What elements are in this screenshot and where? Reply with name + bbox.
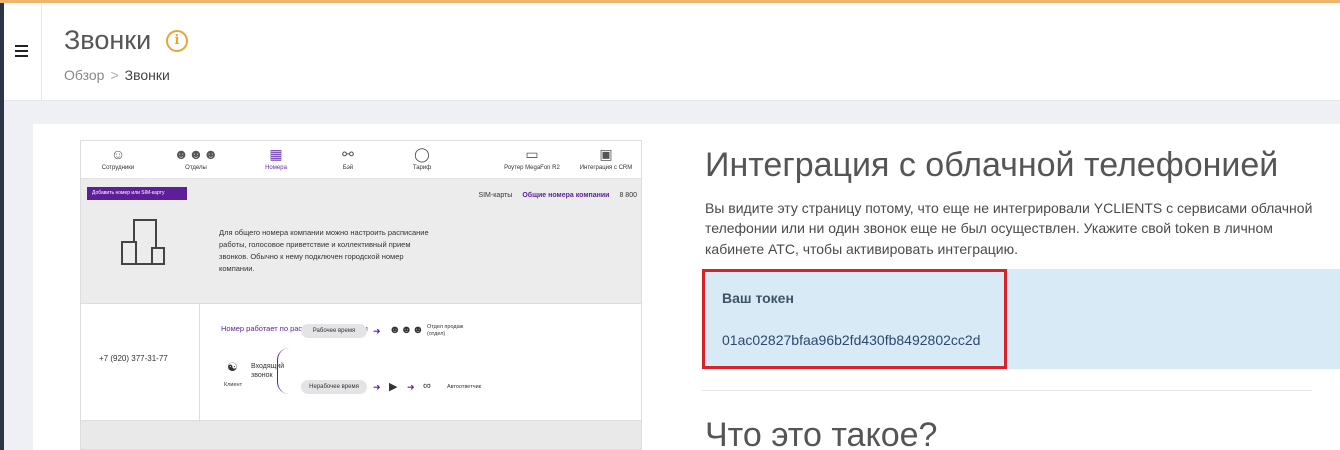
user-icon: ☺ <box>110 146 126 162</box>
screenshot-autoanswer: Автоответчик <box>447 384 482 390</box>
screenshot-description: Для общего номера компании можно настрои… <box>219 228 429 273</box>
section-divider <box>702 390 1312 391</box>
router-icon: ▭ <box>525 146 539 162</box>
breadcrumb-root[interactable]: Обзор <box>64 67 104 83</box>
screenshot-nav-numbers: ▦ Номера <box>241 145 311 171</box>
building-icon <box>121 219 171 279</box>
screenshot-nav-departments: ☻☻☻ Отделы <box>161 145 231 171</box>
screenshot-off-time: Нерабочее время <box>301 380 367 394</box>
screenshot-client-label: Клиент <box>224 382 243 388</box>
breadcrumb-separator: > <box>110 67 119 83</box>
arrow-right-icon: ➜ <box>373 326 381 336</box>
team-icon: ☻☻☻ <box>173 146 219 162</box>
screenshot-divider <box>199 304 200 422</box>
screenshot-add-button: Добавить номер или SIM-карту <box>87 187 187 200</box>
screenshot-routing: +7 (920) 377-31-77 Номер работает по рас… <box>81 303 641 422</box>
screenshot-tabs: SIM-карты Общие номера компании 8 800 <box>468 192 637 199</box>
arrow-right-icon: ➜ <box>407 382 415 392</box>
screenshot-sales-dept: Отдел продаж (отдел) <box>427 324 464 338</box>
screenshot-tab-sim: SIM-карты <box>478 192 513 199</box>
content-card: ☺ Сотрудники ☻☻☻ Отделы ▦ Номера ⚯ Бэй ◯ Тари… <box>33 124 1340 450</box>
hamburger-menu-icon[interactable] <box>15 45 28 57</box>
info-icon[interactable]: i <box>166 30 188 52</box>
screenshot-tab-8800: 8 800 <box>619 192 637 199</box>
screenshot-nav: ☺ Сотрудники ☻☻☻ Отделы ▦ Номера ⚯ Бэй ◯ Тари… <box>81 141 641 179</box>
screenshot-nav-tariff: ◯ Тариф <box>387 145 457 171</box>
arrow-right-icon: ➜ <box>373 382 381 392</box>
screenshot-work-time: Рабочее время <box>301 324 367 338</box>
team-icon: ☻☻☻ <box>389 324 424 336</box>
breadcrumb-current: Звонки <box>124 67 170 83</box>
screenshot-phone-number: +7 (920) 377-31-77 <box>99 354 168 363</box>
faq-title: Что это такое? <box>705 416 938 450</box>
screenshot-nav-crm: ▣ Интеграция с CRM <box>571 145 641 171</box>
page-header: Звонки i Обзор > Звонки <box>4 3 1340 101</box>
token-highlight-frame <box>702 269 1007 369</box>
integration-description: Вы видите эту страницу потому, что еще н… <box>705 200 1313 257</box>
tariff-icon: ◯ <box>414 146 430 162</box>
integration-title: Интеграция с облачной телефонией <box>705 146 1279 184</box>
breadcrumb: Обзор > Звонки <box>64 67 170 83</box>
headset-icon: ☯ <box>227 360 238 374</box>
crm-icon: ▣ <box>599 146 613 162</box>
integration-screenshot-image: ☺ Сотрудники ☻☻☻ Отделы ▦ Номера ⚯ Бэй ◯ Тари… <box>80 140 642 450</box>
sim-icon: ▦ <box>269 146 283 162</box>
routing-curve <box>277 348 299 394</box>
screenshot-nav-router: ▭ Роутер MegaFon R2 <box>497 145 567 171</box>
nodes-icon: ⚯ <box>342 146 354 162</box>
screenshot-nav-bei: ⚯ Бэй <box>313 145 383 171</box>
screenshot-band: Добавить номер или SIM-карту SIM-карты Об… <box>81 179 641 303</box>
speaker-icon: ▶ <box>389 381 398 393</box>
screenshot-nav-employees: ☺ Сотрудники <box>83 145 153 171</box>
screenshot-tab-company: Общие номера компании <box>522 192 610 199</box>
sidebar-toggle-column <box>4 3 42 101</box>
page-title: Звонки <box>64 25 152 55</box>
voicemail-icon: ∞ <box>423 380 431 392</box>
